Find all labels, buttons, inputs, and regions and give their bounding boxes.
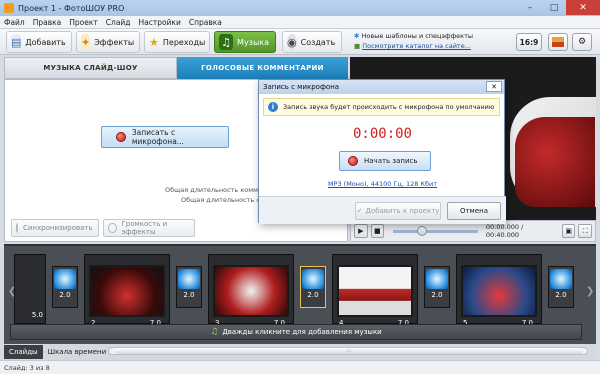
menu-project[interactable]: Проект [69,18,98,27]
window-controls: – □ ✕ [518,0,600,15]
preview-image-detail [515,117,595,207]
snapshot-icon[interactable]: ▣ [561,224,576,238]
tab-add[interactable]: ▤ Добавить [6,31,72,53]
tab-music[interactable]: ♫ Музыка [214,31,276,53]
info-icon: i [268,102,278,112]
slide-image: 5 7.0 [461,265,537,327]
tab-slides[interactable]: Слайды [4,345,43,359]
record-microphone-button[interactable]: Записать с микрофона... [101,126,229,148]
record-icon [348,156,358,166]
volume-icon [108,223,117,233]
dialog-footer: ✓ Добавить к проекту Отмена [259,196,506,224]
scrollbar-thumb[interactable]: ::: [115,348,583,354]
comments-duration-label: Общая длительность комме [165,186,263,194]
slides-duration-label: Общая длительность сл [181,196,265,204]
start-recording-button[interactable]: Начать запись [339,151,431,171]
main-toolbar: ▤ Добавить ✦ Эффекты ★ Переходы ♫ Музыка… [0,29,600,55]
sync-button[interactable]: Синхронизировать [11,219,99,237]
play-icon[interactable]: ▶ [354,224,368,238]
tab-effects[interactable]: ✦ Эффекты [76,31,140,53]
menu-file[interactable]: Файл [4,18,25,27]
scroll-right-icon[interactable]: ❯ [586,286,594,297]
news-title: Новые шаблоны и спецэффекты [361,32,474,40]
minimize-icon[interactable]: – [518,0,542,15]
tab-timeline[interactable]: Шкала времени [43,345,112,359]
star-icon: ★ [149,35,159,49]
aspect-ratio-button[interactable]: 16:9 [516,33,542,51]
transition-icon [426,269,448,289]
transition-3[interactable]: 2.0 [300,266,326,308]
dialog-info-banner: i Запись звука будет происходить с микро… [263,98,500,116]
settings-icon[interactable]: ⚙ [572,33,592,51]
dialog-title: Запись с микрофона [263,83,340,91]
transition-icon [54,269,76,289]
tab-create[interactable]: ◉ Создать [282,31,342,53]
music-hint: Дважды кликните для добавления музыки [222,328,382,336]
folder-icon: ▤ [11,34,22,50]
title-bar: Проект 1 - ФотоШОУ PRO – □ ✕ [0,0,600,16]
effects-icon: ✦ [81,34,91,50]
transition-2[interactable]: 2.0 [176,266,202,308]
timeline: ❮ ❯ 5.0 2.0 2 7.0 2.0 3 7.0 2.0 4 7.0 2.… [4,244,596,344]
cart-icon: ■ [354,42,361,50]
menu-settings[interactable]: Настройки [138,18,180,27]
seek-knob[interactable] [417,225,428,236]
maximize-icon[interactable]: □ [542,0,566,15]
transition-1[interactable]: 2.0 [52,266,78,308]
volume-effects-button[interactable]: Громкость и эффекты [103,219,195,237]
transition-4[interactable]: 2.0 [424,266,450,308]
music-icon: ♫ [219,34,234,50]
info-icon: ✱ [354,32,360,40]
slide-image: 3 7.0 [213,265,289,327]
check-icon: ✓ [356,207,363,215]
menu-edit[interactable]: Правка [33,18,62,27]
slide-thumbnail-5[interactable]: 5 7.0 [456,254,542,327]
tab-transitions[interactable]: ★ Переходы [144,31,210,53]
record-icon [116,132,126,142]
window-title: Проект 1 - ФотоШОУ PRO [18,3,125,13]
playback-time: 00:00.000 / 00:40.000 [485,223,524,239]
transition-icon [550,269,572,289]
slide-thumbnail-1[interactable]: 5.0 [14,254,46,324]
close-icon[interactable]: ✕ [566,0,600,15]
cancel-button[interactable]: Отмена [447,202,501,220]
tab-voice-comments[interactable]: ГОЛОСОВЫЕ КОММЕНТАРИИ [177,57,348,79]
bottom-tabs: Слайды Шкала времени ::: [4,344,596,360]
sync-icon [16,223,18,233]
record-timer: 0:00:00 [352,126,412,142]
tab-slideshow-music[interactable]: МУЗЫКА СЛАЙД-ШОУ [4,57,177,79]
slide-status: Слайд: 3 из 8 [4,363,50,372]
record-microphone-dialog: Запись с микрофона ✕ i Запись звука буде… [258,79,506,224]
add-to-project-button[interactable]: ✓ Добавить к проекту [355,202,441,220]
transition-5[interactable]: 2.0 [548,266,574,308]
audio-format-link[interactable]: MP3 (Моно), 44100 Гц, 128 Кбит [259,180,506,188]
slide-image: 2 7.0 [89,265,165,327]
news-panel: ✱ Новые шаблоны и спецэффекты ■ Посмотри… [354,31,473,51]
news-link[interactable]: Посмотрите каталог на сайте... [362,42,471,50]
film-reel-icon: ◉ [287,34,297,50]
app-icon [4,3,14,13]
music-panel-tabs: МУЗЫКА СЛАЙД-ШОУ ГОЛОСОВЫЕ КОММЕНТАРИИ [4,57,348,79]
template-icon[interactable] [548,33,568,51]
slide-thumbnail-4[interactable]: 4 7.0 [332,254,418,327]
dialog-title-bar: Запись с микрофона ✕ [259,80,504,94]
transition-icon [302,269,324,289]
timeline-scrollbar[interactable]: ::: [108,347,588,355]
music-track-drop-zone[interactable]: ♫ Дважды кликните для добавления музыки [10,324,582,340]
status-bar: Слайд: 3 из 8 [0,360,600,374]
stop-icon[interactable]: ■ [370,224,385,238]
music-note-icon: ♫ [210,327,219,337]
dialog-close-icon[interactable]: ✕ [486,81,502,92]
fullscreen-icon[interactable]: ⛶ [578,224,593,238]
menu-bar: Файл Правка Проект Слайд Настройки Справ… [0,16,600,29]
slide-image: 4 7.0 [337,265,413,327]
transition-icon [178,269,200,289]
seek-slider[interactable] [393,225,478,236]
slide-thumbnail-3[interactable]: 3 7.0 [208,254,294,327]
slide-thumbnail-2[interactable]: 2 7.0 [84,254,170,327]
menu-help[interactable]: Справка [189,18,222,27]
menu-slide[interactable]: Слайд [106,18,131,27]
